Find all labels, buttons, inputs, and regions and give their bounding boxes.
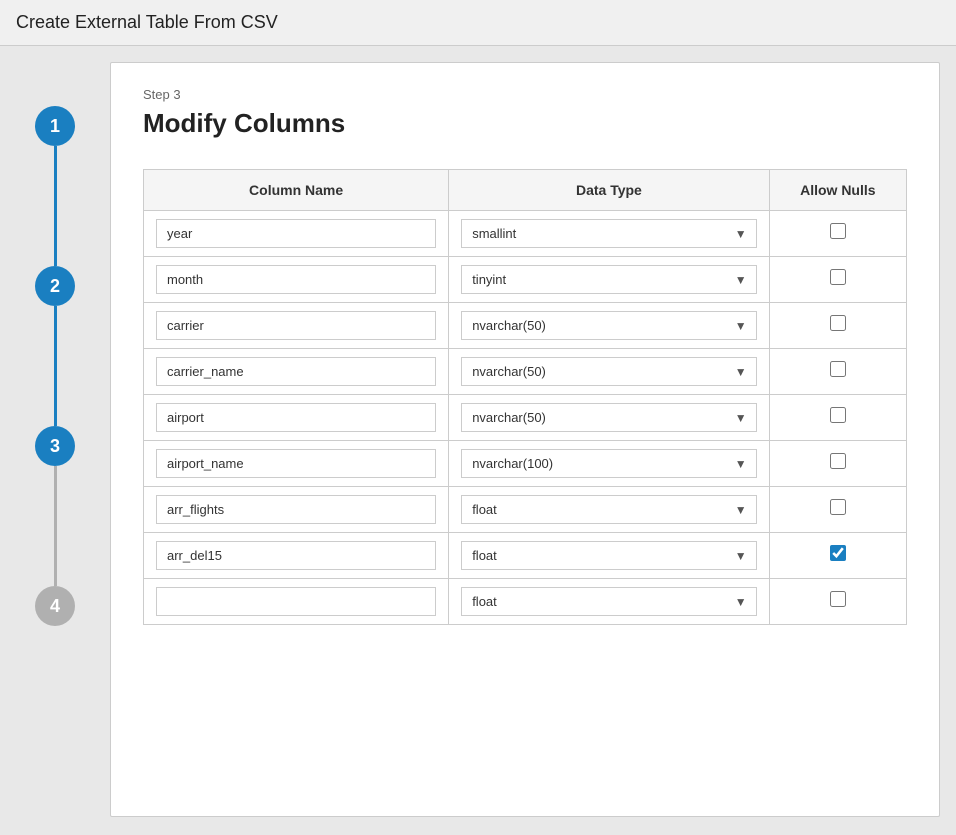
allow-null-checkbox-5[interactable] [830,453,846,469]
step-line-1-2 [54,146,57,266]
title-bar: Create External Table From CSV [0,0,956,46]
data-type-select-2[interactable]: smallinttinyintintbigintfloatrealdecimal… [461,311,756,340]
step-1-container: 1 [35,106,75,266]
column-name-input-6[interactable] [156,495,436,524]
allow-null-checkbox-3[interactable] [830,361,846,377]
page-title: Modify Columns [143,108,907,139]
table-row: smallinttinyintintbigintfloatrealdecimal… [144,579,907,625]
table-header-row: Column Name Data Type Allow Nulls [144,170,907,211]
data-type-select-4[interactable]: smallinttinyintintbigintfloatrealdecimal… [461,403,756,432]
data-type-select-5[interactable]: smallinttinyintintbigintfloatrealdecimal… [461,449,756,478]
allow-null-checkbox-7[interactable] [830,545,846,561]
columns-table: Column Name Data Type Allow Nulls smalli… [143,169,907,625]
data-type-select-6[interactable]: smallinttinyintintbigintfloatrealdecimal… [461,495,756,524]
step-3-container: 3 [35,426,75,586]
sidebar: 1 2 3 4 [0,46,110,833]
allow-null-checkbox-6[interactable] [830,499,846,515]
step-label: Step 3 [143,87,907,102]
table-row: smallinttinyintintbigintfloatrealdecimal… [144,211,907,257]
header-column-name: Column Name [144,170,449,211]
table-row: smallinttinyintintbigintfloatrealdecimal… [144,395,907,441]
allow-null-checkbox-1[interactable] [830,269,846,285]
column-name-input-5[interactable] [156,449,436,478]
data-type-select-7[interactable]: smallinttinyintintbigintfloatrealdecimal… [461,541,756,570]
step-4-container: 4 [35,586,75,626]
header-allow-nulls: Allow Nulls [769,170,906,211]
column-name-input-4[interactable] [156,403,436,432]
data-type-select-1[interactable]: smallinttinyintintbigintfloatrealdecimal… [461,265,756,294]
table-row: smallinttinyintintbigintfloatrealdecimal… [144,441,907,487]
allow-null-checkbox-4[interactable] [830,407,846,423]
allow-null-checkbox-2[interactable] [830,315,846,331]
step-line-2-3 [54,306,57,426]
column-name-input-8[interactable] [156,587,436,616]
table-row: smallinttinyintintbigintfloatrealdecimal… [144,257,907,303]
app-title: Create External Table From CSV [16,12,278,32]
content-area: Step 3 Modify Columns Column Name Data T… [110,62,940,817]
column-name-input-0[interactable] [156,219,436,248]
data-type-select-8[interactable]: smallinttinyintintbigintfloatrealdecimal… [461,587,756,616]
step-2-circle[interactable]: 2 [35,266,75,306]
step-4-circle[interactable]: 4 [35,586,75,626]
allow-null-checkbox-0[interactable] [830,223,846,239]
step-1-circle[interactable]: 1 [35,106,75,146]
step-line-3-4 [54,466,57,586]
header-data-type: Data Type [449,170,769,211]
step-2-container: 2 [35,266,75,426]
main-container: 1 2 3 4 Step 3 Modify Columns [0,46,956,833]
allow-null-checkbox-8[interactable] [830,591,846,607]
table-row: smallinttinyintintbigintfloatrealdecimal… [144,533,907,579]
data-type-select-0[interactable]: smallinttinyintintbigintfloatrealdecimal… [461,219,756,248]
column-name-input-7[interactable] [156,541,436,570]
column-name-input-1[interactable] [156,265,436,294]
step-3-circle[interactable]: 3 [35,426,75,466]
column-name-input-2[interactable] [156,311,436,340]
table-row: smallinttinyintintbigintfloatrealdecimal… [144,349,907,395]
data-type-select-3[interactable]: smallinttinyintintbigintfloatrealdecimal… [461,357,756,386]
table-row: smallinttinyintintbigintfloatrealdecimal… [144,303,907,349]
column-name-input-3[interactable] [156,357,436,386]
table-row: smallinttinyintintbigintfloatrealdecimal… [144,487,907,533]
